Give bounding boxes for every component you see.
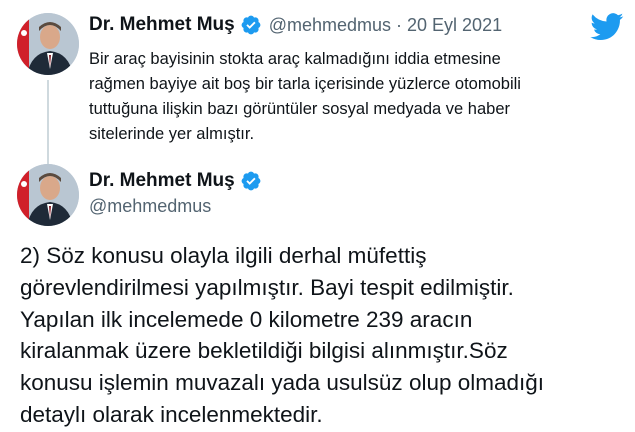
main-tweet-text: 2) Söz konusu olayla ilgili derhal müfet… bbox=[20, 240, 630, 431]
thread-connector-line bbox=[47, 80, 49, 164]
verified-badge-icon bbox=[240, 14, 262, 36]
verified-badge-icon bbox=[240, 170, 262, 192]
twitter-bird-icon[interactable] bbox=[590, 13, 624, 41]
main-tweet-header: Dr. Mehmet Muş bbox=[89, 168, 262, 194]
text-line: rağmen bayiye ait boş bir tarla içerisin… bbox=[89, 75, 521, 93]
text-line: tuttuğuna ilişkin bazı görüntüler sosyal… bbox=[89, 100, 510, 118]
avatar[interactable] bbox=[17, 164, 79, 226]
avatar[interactable] bbox=[17, 13, 79, 75]
text-line: 2) Söz konusu olayla ilgili derhal müfet… bbox=[20, 243, 427, 268]
tweet-date[interactable]: 20 Eyl 2021 bbox=[407, 15, 502, 36]
author-handle[interactable]: @mehmedmus bbox=[269, 15, 391, 36]
quoted-tweet-header: Dr. Mehmet Muş @mehmedmus · 20 Eyl 2021 bbox=[89, 12, 502, 38]
dot-separator: · bbox=[396, 14, 403, 35]
quoted-tweet-text: Bir araç bayisinin stokta araç kalmadığı… bbox=[89, 47, 629, 147]
text-line: sitelerinde yer almıştır. bbox=[89, 125, 255, 143]
text-line: görevlendirilmesi yapılmıştır. Bayi tesp… bbox=[20, 274, 514, 300]
author-name[interactable]: Dr. Mehmet Muş bbox=[89, 14, 235, 36]
text-line: Bir araç bayisinin stokta araç kalmadığı… bbox=[89, 50, 501, 68]
text-line: detaylı olarak incelenmektedir. bbox=[20, 401, 323, 427]
text-line: Yapılan ilk incelemede 0 kilometre 239 a… bbox=[20, 306, 473, 332]
text-line: konusu işlemin muvazalı yada usulsüz olu… bbox=[20, 370, 545, 396]
author-handle[interactable]: @mehmedmus bbox=[89, 196, 211, 217]
text-line: kiralanmak üzere bekletildiği bilgisi al… bbox=[20, 338, 508, 364]
author-name[interactable]: Dr. Mehmet Muş bbox=[89, 170, 235, 192]
